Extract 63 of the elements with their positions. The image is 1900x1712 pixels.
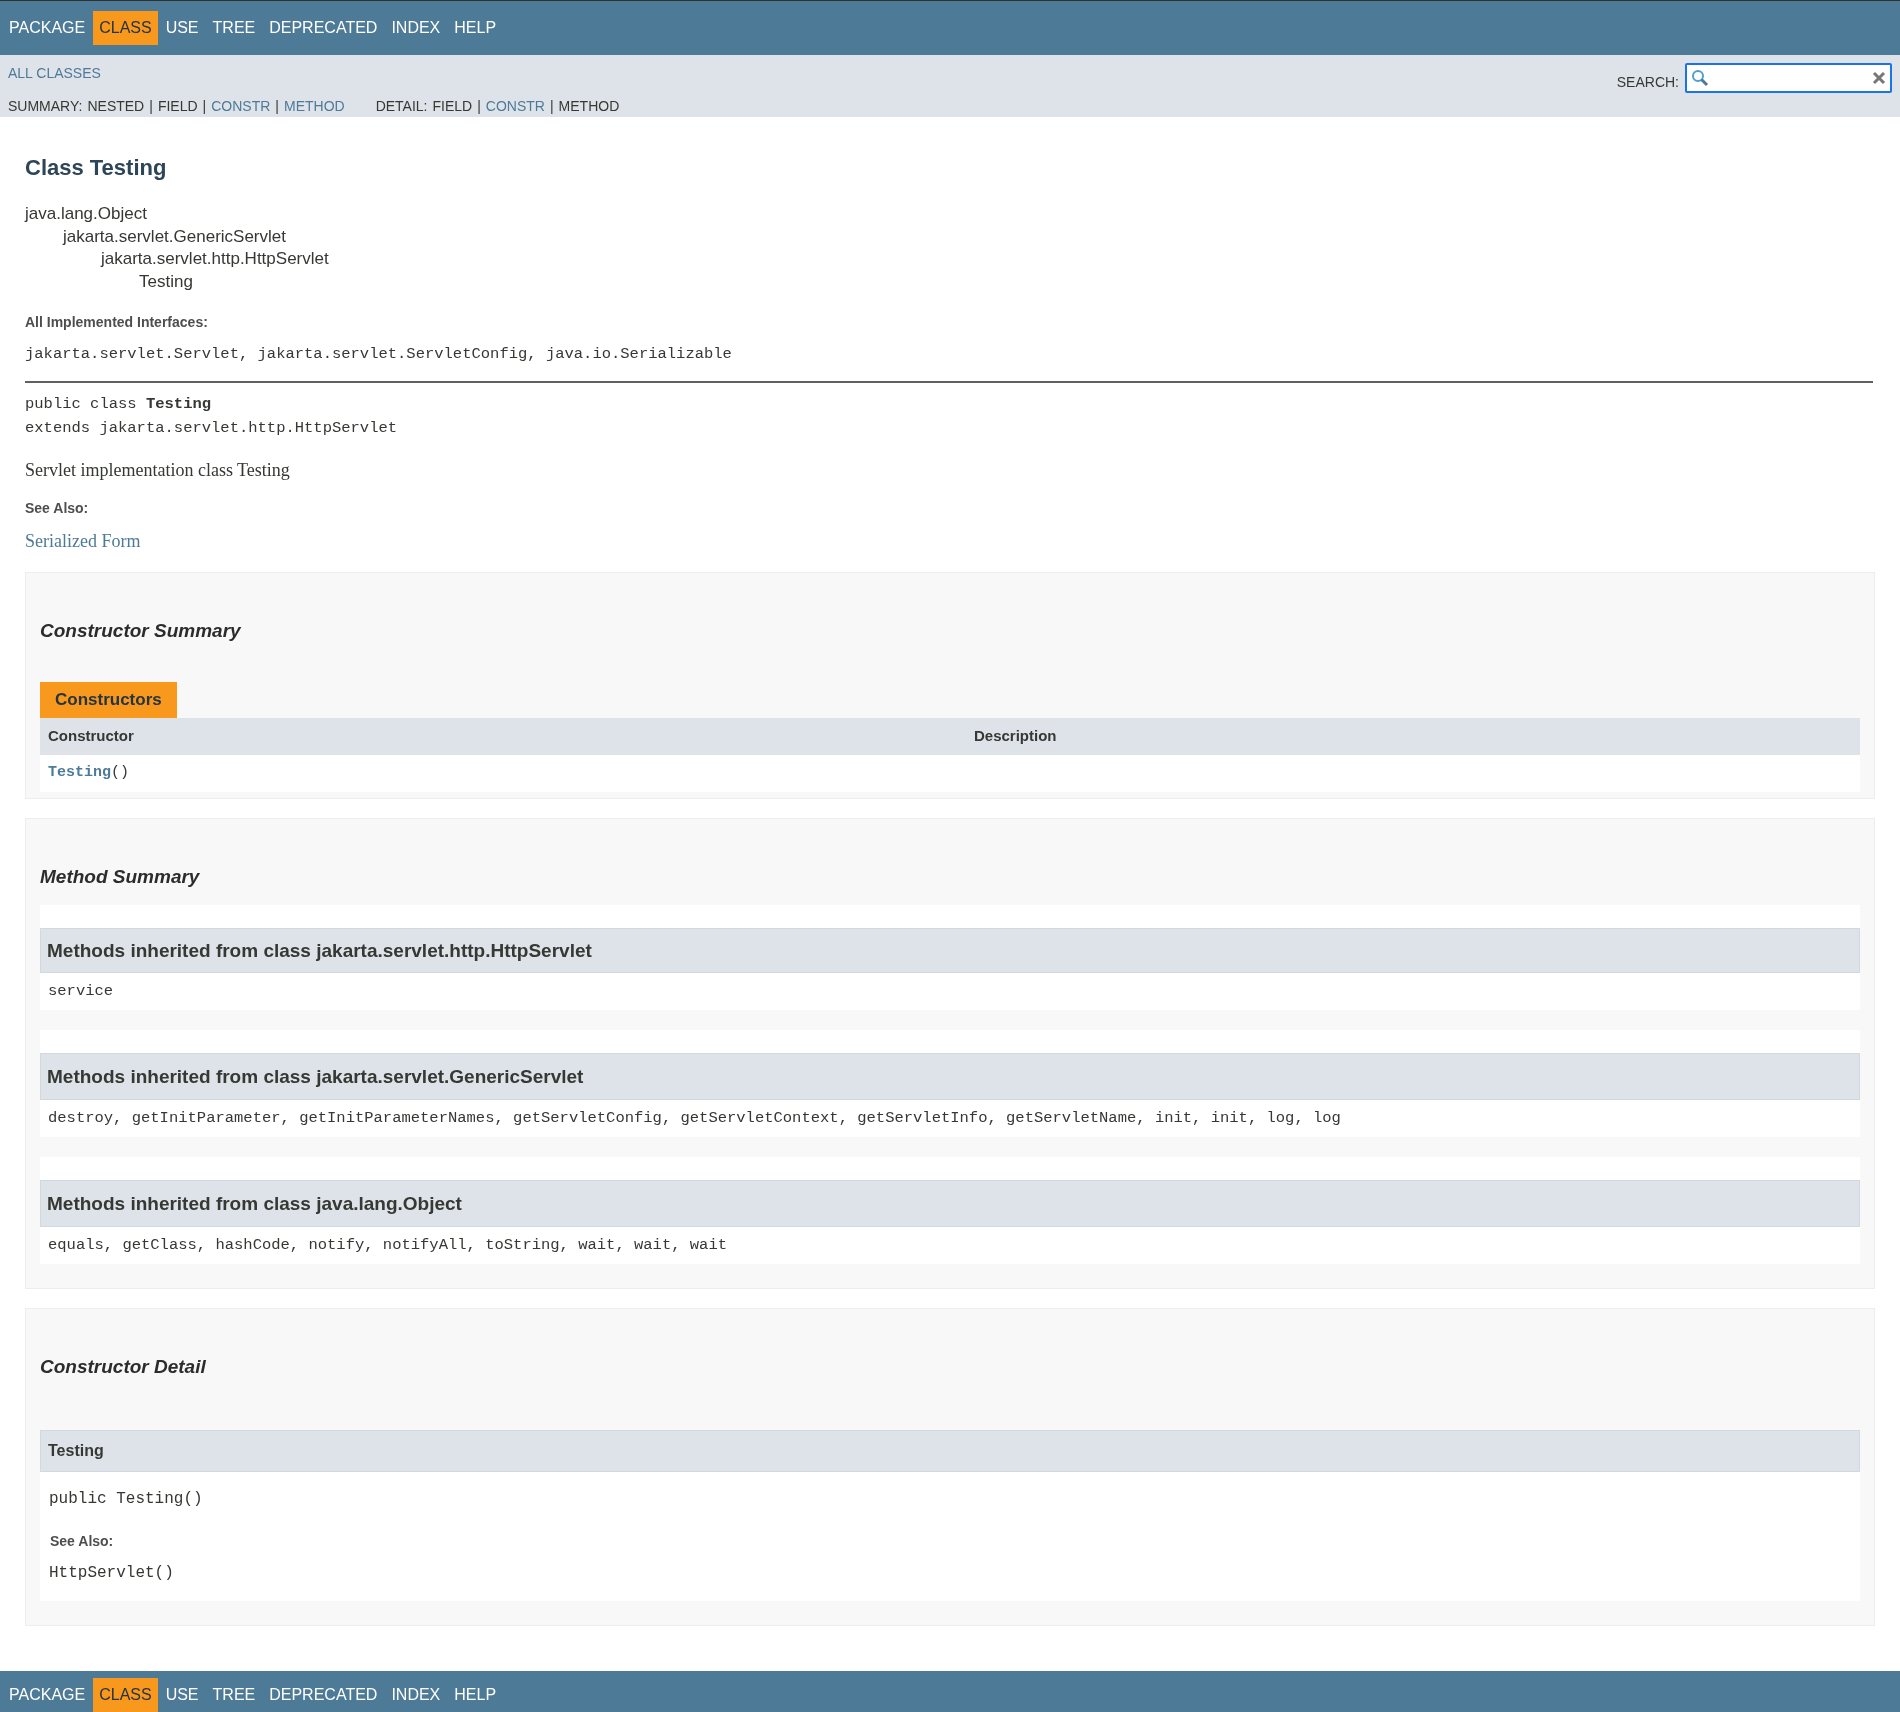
separator: |	[477, 97, 481, 116]
class-signature: extends jakarta.servlet.http.HttpServlet	[25, 418, 399, 440]
nav-link[interactable]: CONSTR	[485, 96, 545, 117]
column-header: Description	[974, 726, 1057, 746]
inheritance-item: jakarta.servlet.GenericServlet	[61, 225, 287, 248]
nav-tab[interactable]: HELP	[448, 1678, 503, 1712]
detail-heading: Testing	[40, 1429, 1860, 1472]
nav-tab[interactable]: TREE	[206, 1678, 262, 1712]
nav-text: FIELD	[157, 97, 198, 116]
inherited-methods-heading: Methods inherited from class java.lang.Object	[40, 1180, 1860, 1228]
see-also-link[interactable]: HttpServlet()	[49, 1560, 174, 1585]
search-label: SEARCH:	[1616, 73, 1679, 92]
nav-tab[interactable]: DEPRECATED	[263, 11, 384, 45]
nav-text: METHOD	[558, 97, 620, 116]
see-also-label: See Also:	[50, 1531, 115, 1551]
serialized-form-link[interactable]: Serialized Form	[25, 528, 141, 556]
method-list: service	[40, 973, 1860, 1011]
inheritance-item: java.lang.Object	[25, 203, 148, 225]
nav-link[interactable]: CONSTR	[211, 96, 271, 117]
nav-text: NESTED	[87, 97, 145, 116]
nav-tab[interactable]: CLASS	[93, 1678, 158, 1712]
separator: |	[149, 97, 153, 116]
class-title: Class Testing	[25, 154, 168, 182]
nav-tab[interactable]: DEPRECATED	[263, 1678, 384, 1712]
nav-tab[interactable]: PACKAGE	[3, 1678, 92, 1712]
nav-tab[interactable]: TREE	[206, 11, 262, 45]
section-heading: Constructor Summary	[40, 619, 242, 644]
method-list: destroy, getInitParameter, getInitParameterNames, getServletConfig, getServletContext, getServletInfo, getServletName, init, init, log, log	[40, 1100, 1860, 1138]
inheritance-item: Testing	[138, 270, 194, 293]
nav-text: FIELD	[432, 97, 473, 116]
constructor-link[interactable]: Testing	[48, 762, 111, 785]
nav-tab[interactable]: INDEX	[385, 11, 447, 45]
nav-tab[interactable]: CLASS	[93, 11, 158, 45]
close-icon[interactable]	[1872, 71, 1886, 85]
nav-tab[interactable]: USE	[159, 1678, 205, 1712]
search-icon	[1691, 69, 1709, 87]
all-classes-link[interactable]: ALL CLASSES	[8, 63, 620, 84]
section-heading: Constructor Detail	[40, 1355, 207, 1380]
nav-tab[interactable]: INDEX	[385, 1678, 447, 1712]
nav-link[interactable]: METHOD	[283, 96, 345, 117]
nav-tab[interactable]: HELP	[448, 11, 503, 45]
search-field[interactable]	[1685, 63, 1892, 93]
column-header: Constructor	[48, 726, 134, 746]
inherited-methods-heading: Methods inherited from class jakarta.servlet.http.HttpServlet	[40, 928, 1860, 974]
constructor-params: ()	[111, 763, 130, 783]
section-heading: Method Summary	[40, 864, 201, 889]
separator: |	[275, 97, 279, 116]
see-also-label: See Also:	[25, 499, 90, 519]
nav-tab[interactable]: PACKAGE	[3, 11, 92, 45]
interfaces-list: jakarta.servlet.Servlet, jakarta.servlet.ServletConfig, java.io.Serializable	[25, 343, 1875, 367]
class-signature: public class Testing	[25, 394, 213, 416]
summary-label: DETAIL:	[375, 97, 428, 116]
nav-tab[interactable]: USE	[159, 11, 205, 45]
class-description: Servlet implementation class Testing	[25, 459, 291, 483]
constructor-signature: public Testing()	[49, 1488, 204, 1510]
summary-label: SUMMARY:	[8, 97, 83, 116]
interfaces-label: All Implemented Interfaces:	[25, 313, 209, 332]
method-list: equals, getClass, hashCode, notify, notifyAll, toString, wait, wait, wait	[40, 1227, 1860, 1265]
table-caption: Constructors	[40, 681, 177, 718]
inherited-methods-heading: Methods inherited from class jakarta.servlet.GenericServlet	[40, 1053, 1860, 1101]
separator: |	[202, 97, 207, 116]
inheritance-item: jakarta.servlet.http.HttpServlet	[99, 248, 330, 270]
separator: |	[549, 97, 554, 116]
